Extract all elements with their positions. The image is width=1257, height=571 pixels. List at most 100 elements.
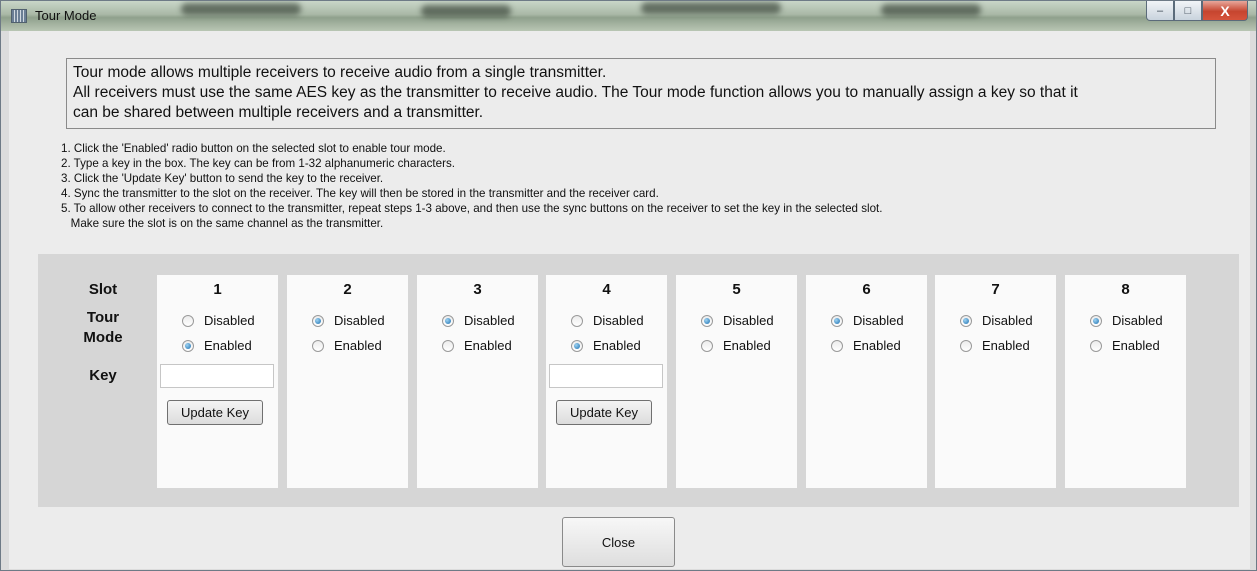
slot-column-8: 8 Disabled Enabled <box>1065 275 1186 488</box>
slot-number: 6 <box>862 281 871 298</box>
window-title: Tour Mode <box>35 8 97 23</box>
tour-mode-window: Tour Mode – □ X Tour mode allows multipl… <box>0 0 1257 571</box>
radio-label: Disabled <box>723 313 774 328</box>
radio-button-icon[interactable] <box>1090 314 1102 327</box>
slot-number: 3 <box>473 281 482 298</box>
instruction-step: 5. To allow other receivers to connect t… <box>61 202 883 215</box>
radio-button-icon[interactable] <box>571 339 583 352</box>
title-bar-decoration <box>421 5 511 17</box>
radio-button-icon[interactable] <box>1090 339 1102 352</box>
slot-1-key-input[interactable] <box>160 364 274 388</box>
radio-button-icon[interactable] <box>182 314 194 327</box>
instruction-step: 4. Sync the transmitter to the slot on t… <box>61 187 659 200</box>
close-button[interactable]: Close <box>562 517 675 567</box>
slot-column-2: 2 Disabled Enabled <box>287 275 408 488</box>
slot-8-enabled-radio[interactable]: Enabled <box>1090 338 1160 353</box>
radio-label: Enabled <box>982 338 1030 353</box>
radio-button-icon[interactable] <box>182 339 194 352</box>
slot-column-6: 6 Disabled Enabled <box>806 275 927 488</box>
title-bar[interactable]: Tour Mode – □ X <box>1 1 1256 31</box>
radio-label: Disabled <box>1112 313 1163 328</box>
radio-button-icon[interactable] <box>701 314 713 327</box>
slot-column-5: 5 Disabled Enabled <box>676 275 797 488</box>
slot-column-1: 1 Disabled Enabled Update Key <box>157 275 278 488</box>
slot-7-enabled-radio[interactable]: Enabled <box>960 338 1030 353</box>
instruction-step: 3. Click the 'Update Key' button to send… <box>61 172 384 185</box>
slot-7-disabled-radio[interactable]: Disabled <box>960 313 1033 328</box>
mode-row-label: Mode <box>83 329 123 346</box>
slot-4-disabled-radio[interactable]: Disabled <box>571 313 644 328</box>
tour-row-label: Tour <box>86 309 120 326</box>
radio-label: Disabled <box>593 313 644 328</box>
radio-button-icon[interactable] <box>960 339 972 352</box>
radio-button-icon[interactable] <box>960 314 972 327</box>
slot-number: 5 <box>732 281 741 298</box>
maximize-button[interactable]: □ <box>1174 1 1202 21</box>
slot-4-key-input[interactable] <box>549 364 663 388</box>
radio-label: Disabled <box>204 313 255 328</box>
slot-8-disabled-radio[interactable]: Disabled <box>1090 313 1163 328</box>
instruction-step: 1. Click the 'Enabled' radio button on t… <box>61 142 446 155</box>
slot-number: 8 <box>1121 281 1130 298</box>
radio-label: Disabled <box>982 313 1033 328</box>
slot-6-disabled-radio[interactable]: Disabled <box>831 313 904 328</box>
slot-4-update-key-button[interactable]: Update Key <box>556 400 652 425</box>
radio-label: Enabled <box>204 338 252 353</box>
description-line: can be shared between multiple receivers… <box>73 104 484 121</box>
radio-button-icon[interactable] <box>442 314 454 327</box>
radio-label: Enabled <box>1112 338 1160 353</box>
slot-panel: Slot Tour Mode Key 1 Disabled Enabled Updat… <box>38 254 1239 507</box>
radio-label: Enabled <box>853 338 901 353</box>
description-line: Tour mode allows multiple receivers to r… <box>73 64 607 81</box>
caption-buttons: – □ X <box>1146 1 1248 23</box>
minimize-button[interactable]: – <box>1146 1 1174 21</box>
description-box: Tour mode allows multiple receivers to r… <box>66 58 1216 129</box>
radio-label: Enabled <box>723 338 771 353</box>
slot-1-update-key-button[interactable]: Update Key <box>167 400 263 425</box>
slot-4-enabled-radio[interactable]: Enabled <box>571 338 641 353</box>
radio-button-icon[interactable] <box>831 314 843 327</box>
radio-label: Disabled <box>334 313 385 328</box>
slot-2-enabled-radio[interactable]: Enabled <box>312 338 382 353</box>
slot-number: 7 <box>991 281 1000 298</box>
app-grid-icon <box>11 9 27 23</box>
slot-2-disabled-radio[interactable]: Disabled <box>312 313 385 328</box>
radio-label: Enabled <box>464 338 512 353</box>
slot-number: 2 <box>343 281 352 298</box>
slot-5-enabled-radio[interactable]: Enabled <box>701 338 771 353</box>
title-bar-decoration <box>181 3 301 15</box>
close-icon: X <box>1220 2 1230 19</box>
slot-row-label: Slot <box>88 281 118 298</box>
radio-button-icon[interactable] <box>312 314 324 327</box>
minimize-icon: – <box>1156 4 1164 17</box>
key-row-label: Key <box>89 367 117 384</box>
slot-1-enabled-radio[interactable]: Enabled <box>182 338 252 353</box>
close-window-button[interactable]: X <box>1202 1 1248 21</box>
radio-button-icon[interactable] <box>701 339 713 352</box>
slot-number: 1 <box>213 281 222 298</box>
title-bar-decoration <box>881 4 981 16</box>
slot-column-3: 3 Disabled Enabled <box>417 275 538 488</box>
radio-button-icon[interactable] <box>442 339 454 352</box>
radio-label: Disabled <box>853 313 904 328</box>
slot-number: 4 <box>602 281 611 298</box>
radio-label: Enabled <box>593 338 641 353</box>
title-bar-decoration <box>641 2 781 14</box>
radio-label: Enabled <box>334 338 382 353</box>
radio-button-icon[interactable] <box>831 339 843 352</box>
maximize-icon: □ <box>1184 4 1192 17</box>
radio-button-icon[interactable] <box>312 339 324 352</box>
slot-column-7: 7 Disabled Enabled <box>935 275 1056 488</box>
instruction-step: 2. Type a key in the box. The key can be… <box>61 157 455 170</box>
slot-5-disabled-radio[interactable]: Disabled <box>701 313 774 328</box>
client-area: Tour mode allows multiple receivers to r… <box>9 31 1250 569</box>
instruction-step: Make sure the slot is on the same channe… <box>61 217 384 230</box>
slot-3-enabled-radio[interactable]: Enabled <box>442 338 512 353</box>
slot-1-disabled-radio[interactable]: Disabled <box>182 313 255 328</box>
slot-6-enabled-radio[interactable]: Enabled <box>831 338 901 353</box>
radio-button-icon[interactable] <box>571 314 583 327</box>
slot-column-4: 4 Disabled Enabled Update Key <box>546 275 667 488</box>
description-line: All receivers must use the same AES key … <box>73 84 1078 101</box>
slot-3-disabled-radio[interactable]: Disabled <box>442 313 515 328</box>
instructions: 1. Click the 'Enabled' radio button on t… <box>61 141 882 231</box>
